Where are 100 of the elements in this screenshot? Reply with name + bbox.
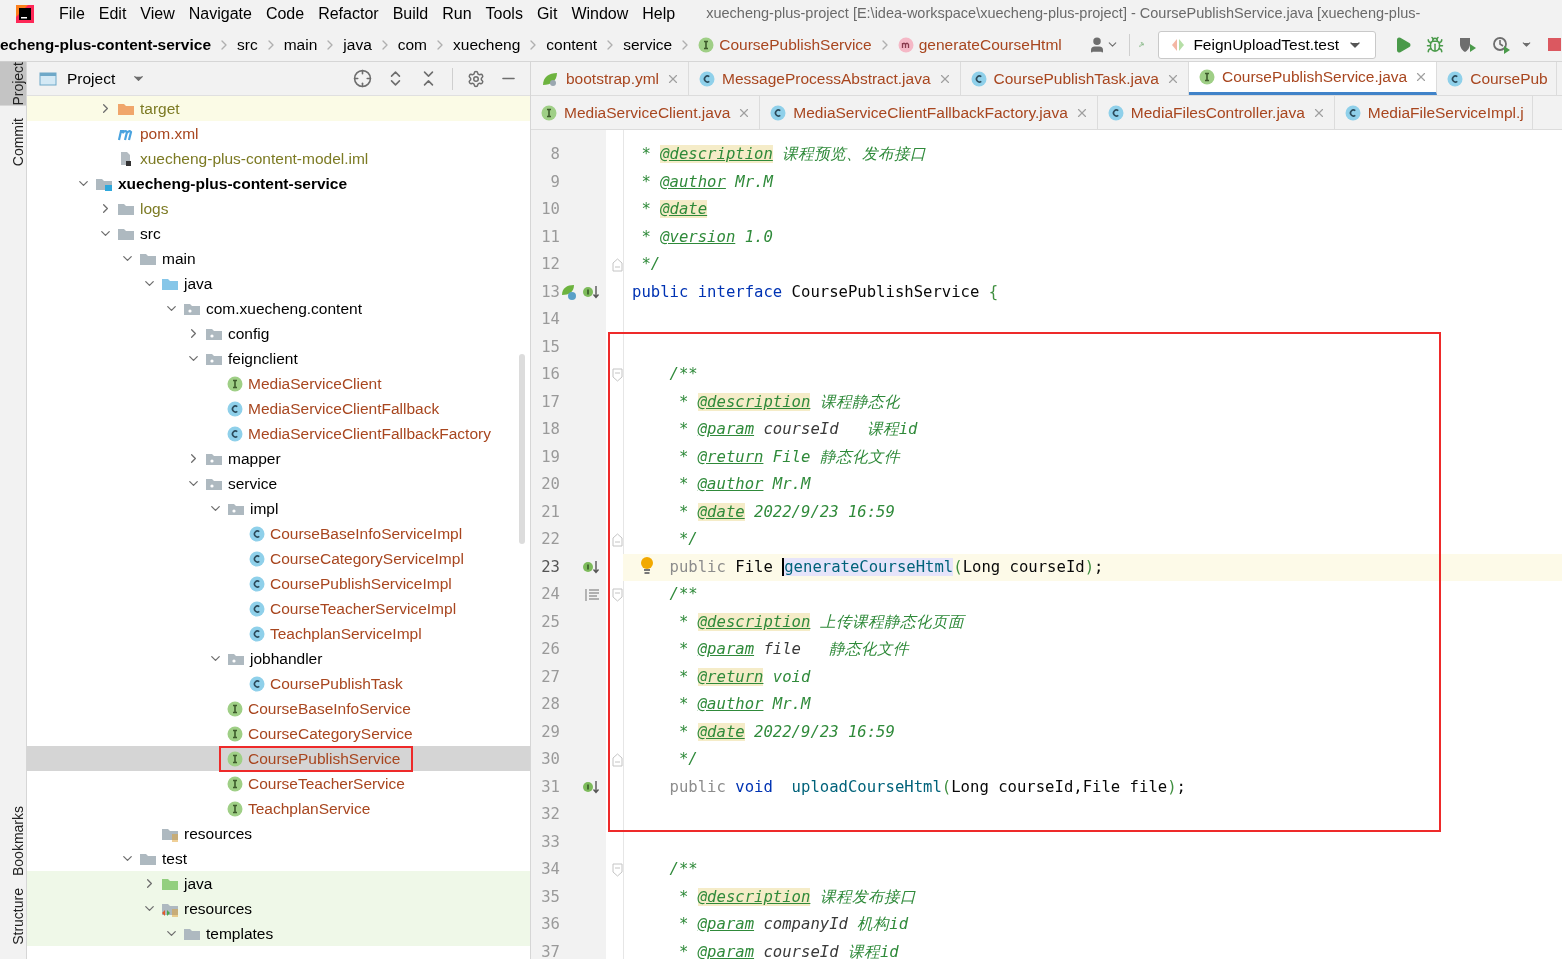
menu-item[interactable]: File (52, 2, 92, 26)
tree-item[interactable]: TeachplanServiceImpl (27, 621, 530, 646)
tree-item-label: CourseCategoryServiceImpl (270, 548, 464, 569)
menu-item[interactable]: Code (258, 2, 312, 26)
tree-item[interactable]: mapper (27, 446, 530, 471)
scrollbar[interactable] (519, 354, 525, 544)
tree-item[interactable]: jobhandler (27, 646, 530, 671)
breadcrumb[interactable]: main (283, 32, 318, 57)
menu-item[interactable]: Help (635, 2, 683, 26)
tree-item[interactable]: CoursePublishService (27, 746, 530, 771)
implemented-icon[interactable] (582, 779, 600, 796)
menu-item[interactable]: Window (564, 2, 636, 26)
line-number: 12 (540, 254, 560, 276)
menu-item[interactable]: Navigate (181, 2, 259, 26)
menu-item[interactable]: Edit (91, 2, 134, 26)
breadcrumb[interactable]: service (623, 32, 673, 57)
tree-item-label: CourseTeacherService (248, 773, 405, 794)
editor-tab[interactable]: MediaFileServiceImpl.j (1334, 96, 1533, 129)
tree-item[interactable]: xuecheng-plus-content-model.iml (27, 146, 530, 171)
interface-icon (698, 36, 715, 53)
tree-item[interactable]: MediaServiceClientFallback (27, 396, 530, 421)
spring-bean-icon[interactable] (560, 283, 578, 302)
tree-item[interactable]: CoursePublishServiceImpl (27, 571, 530, 596)
tree-item[interactable]: CourseTeacherServiceImpl (27, 596, 530, 621)
tree-item[interactable]: CourseCategoryServiceImpl (27, 546, 530, 571)
profiler-icon[interactable] (1492, 35, 1512, 54)
line-number: 33 (540, 831, 560, 853)
editor-tab[interactable]: CoursePublishService.java (1188, 62, 1438, 95)
tree-item[interactable]: config (27, 321, 530, 346)
menu-item[interactable]: Build (385, 2, 436, 26)
code-line: * @param courseId 课程id (677, 419, 918, 441)
tool-window-tab[interactable]: Commit (0, 117, 26, 166)
tree-item[interactable]: resources (27, 896, 530, 921)
tree-item[interactable]: main (27, 246, 530, 271)
class-icon (227, 400, 243, 417)
tree-item[interactable]: CourseBaseInfoServiceImpl (27, 521, 530, 546)
debug-icon[interactable] (1426, 35, 1444, 54)
tree-item[interactable]: xuecheng-plus-content-service (27, 171, 530, 196)
tree-item[interactable]: MediaServiceClientFallbackFactory (27, 421, 530, 446)
menu-item[interactable]: Git (529, 2, 565, 26)
implemented-icon[interactable] (582, 559, 600, 576)
tree-item[interactable]: MediaServiceClient (27, 371, 530, 396)
app-logo-icon[interactable] (14, 3, 36, 25)
run-icon[interactable] (1394, 35, 1412, 54)
breadcrumb[interactable]: java (343, 32, 372, 57)
stop-icon[interactable] (1547, 37, 1562, 52)
editor-tab[interactable]: CoursePub (1437, 62, 1557, 95)
editor-tab[interactable]: bootstrap.yml (531, 62, 690, 95)
settings-icon[interactable] (467, 69, 485, 88)
tree-item[interactable]: impl (27, 496, 530, 521)
tree-item-label: target (140, 98, 180, 119)
breadcrumb[interactable]: content (546, 32, 598, 57)
tool-window-tab[interactable]: Project (0, 62, 26, 106)
editor-tab[interactable]: MessageProcessAbstract.java (689, 62, 961, 95)
breadcrumb[interactable]: generateCourseHtml (897, 32, 1062, 57)
menu-item[interactable]: Tools (478, 2, 530, 26)
tool-window-tab[interactable]: Structure (0, 888, 26, 945)
tree-item[interactable]: templates (27, 921, 530, 946)
tree-item-label: logs (140, 198, 169, 219)
tree-item[interactable]: java (27, 271, 530, 296)
editor-tab[interactable]: MediaFilesController.java (1097, 96, 1335, 129)
breadcrumb[interactable]: echeng-plus-content-service (0, 32, 212, 57)
tree-item[interactable]: service (27, 471, 530, 496)
tree-item[interactable]: CourseCategoryService (27, 721, 530, 746)
tool-window-tab[interactable]: Bookmarks (0, 806, 26, 877)
line-number: 34 (540, 859, 560, 881)
tree-item[interactable]: CourseTeacherService (27, 771, 530, 796)
line-number: 17 (540, 391, 560, 413)
menu-item[interactable]: Run (435, 2, 479, 26)
code-line: * @description 课程静态化 (677, 391, 900, 413)
tree-item[interactable]: com.xuecheng.content (27, 296, 530, 321)
breadcrumb[interactable]: com (397, 32, 428, 57)
breadcrumb[interactable]: src (237, 32, 258, 57)
breadcrumb[interactable]: xuecheng (453, 32, 521, 57)
tree-item[interactable]: logs (27, 196, 530, 221)
tree-item[interactable]: src (27, 221, 530, 246)
tree-item[interactable]: pom.xml (27, 121, 530, 146)
tree-item[interactable]: TeachplanService (27, 796, 530, 821)
tree-item[interactable]: feignclient (27, 346, 530, 371)
tree-item[interactable]: test (27, 846, 530, 871)
editor-tab[interactable]: MediaServiceClient.java (531, 96, 761, 129)
interface-icon (1198, 69, 1215, 85)
tree-item[interactable]: java (27, 871, 530, 896)
tree-item-label: mapper (228, 448, 281, 469)
implemented-icon[interactable] (582, 284, 600, 301)
tree-item[interactable]: CoursePublishTask (27, 671, 530, 696)
menu-item[interactable]: Refactor (311, 2, 386, 26)
lightbulb-icon[interactable] (640, 555, 654, 576)
code-line: public interface CoursePublishService { (632, 281, 999, 303)
locate-icon[interactable] (353, 69, 372, 88)
tree-item[interactable]: target (27, 96, 530, 121)
tree-item[interactable]: CourseBaseInfoService (27, 696, 530, 721)
editor-tab[interactable]: CoursePublishTask.java (960, 62, 1189, 95)
menu-item[interactable]: View (133, 2, 182, 26)
code-line: * @version 1.0 (640, 226, 773, 248)
tree-item[interactable]: resources (27, 821, 530, 846)
run-configuration-dropdown[interactable]: FeignUploadTest.test (1158, 30, 1376, 59)
coverage-icon[interactable] (1458, 35, 1478, 54)
breadcrumb[interactable]: CoursePublishService (698, 32, 872, 57)
editor-tab[interactable]: MediaServiceClientFallbackFactory.java (760, 96, 1098, 129)
